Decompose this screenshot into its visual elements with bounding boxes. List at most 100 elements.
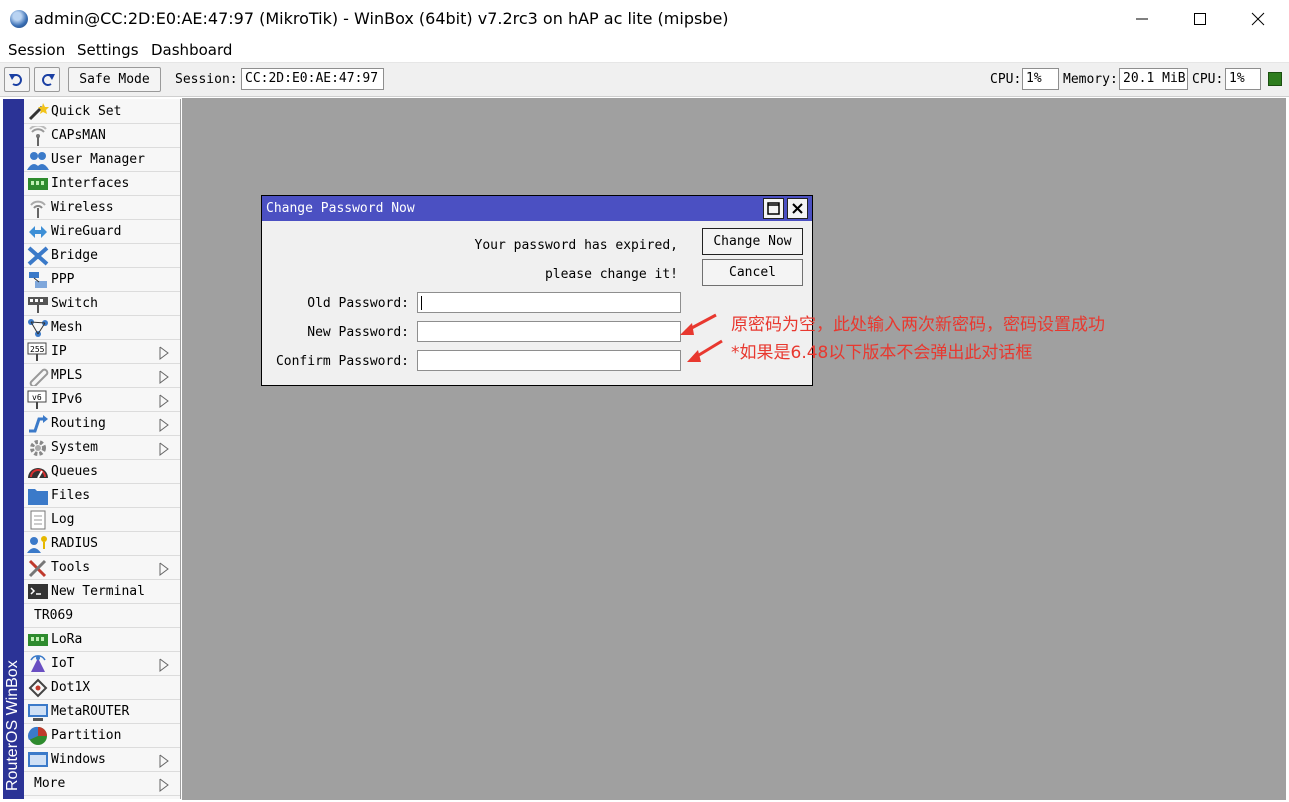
sidebar-item-label: Windows: [51, 752, 106, 767]
sidebar-item-routing[interactable]: Routing: [24, 412, 180, 436]
sidebar-item-quick-set[interactable]: Quick Set: [24, 100, 180, 124]
sidebar-item-new-terminal[interactable]: New Terminal: [24, 580, 180, 604]
sidebar-item-metarouter[interactable]: MetaROUTER: [24, 700, 180, 724]
folder-icon: [27, 486, 49, 506]
sidebar-item-label: IoT: [51, 656, 75, 671]
sidebar-item-log[interactable]: Log: [24, 508, 180, 532]
memory-value: 20.1 MiB: [1119, 68, 1188, 90]
sidebar-item-dot1x[interactable]: Dot1X: [24, 676, 180, 700]
safe-mode-button[interactable]: Safe Mode: [68, 67, 161, 92]
menu-session[interactable]: Session: [8, 41, 65, 59]
old-password-field[interactable]: [417, 292, 681, 313]
sidebar-item-label: New Terminal: [51, 584, 145, 599]
sidebar-item-switch[interactable]: Switch: [24, 292, 180, 316]
change-now-button[interactable]: Change Now: [702, 228, 803, 255]
sidebar-item-wireguard[interactable]: WireGuard: [24, 220, 180, 244]
sidebar-item-system[interactable]: System: [24, 436, 180, 460]
dialog-title-bar[interactable]: Change Password Now: [262, 196, 812, 221]
cancel-button[interactable]: Cancel: [702, 259, 803, 286]
sidebar-item-tr069[interactable]: TR069: [24, 604, 180, 628]
gear-icon: [27, 438, 49, 458]
submenu-arrow-icon: [159, 657, 169, 672]
undo-button[interactable]: [4, 67, 30, 92]
sidebar-item-ip[interactable]: 255 IP: [24, 340, 180, 364]
redo-button[interactable]: [34, 67, 60, 92]
maximize-button[interactable]: [1171, 0, 1229, 38]
sidebar-item-lora[interactable]: LoRa: [24, 628, 180, 652]
annotation-line2: *如果是6.48以下版本不会弹出此对话框: [731, 343, 1033, 363]
submenu-arrow-icon: [159, 441, 169, 456]
gauge-icon: [27, 462, 49, 482]
new-password-field[interactable]: [417, 321, 681, 342]
antenna-icon: [27, 124, 49, 146]
sidebar-item-label: RADIUS: [51, 536, 98, 551]
sidebar-item-ppp[interactable]: PPP: [24, 268, 180, 292]
sidebar-item-wireless[interactable]: Wireless: [24, 196, 180, 220]
switch-icon: [27, 294, 49, 314]
dialog-maximize-button[interactable]: [763, 198, 784, 219]
sidebar-item-windows[interactable]: Windows: [24, 748, 180, 772]
sidebar-item-mesh[interactable]: Mesh: [24, 316, 180, 340]
sidebar-item-label: MetaROUTER: [51, 704, 130, 719]
sidebar-item-label: Bridge: [51, 248, 98, 263]
close-icon: [792, 203, 803, 214]
sidebar-item-capsman[interactable]: CAPsMAN: [24, 124, 180, 148]
mpls-icon: [27, 366, 49, 388]
wireless-icon: [27, 198, 49, 218]
sidebar-item-partition[interactable]: Partition: [24, 724, 180, 748]
close-button[interactable]: [1229, 0, 1287, 38]
sidebar-item-label: LoRa: [51, 632, 83, 647]
sidebar-item-label: More: [34, 776, 66, 791]
sidebar-item-label: MPLS: [51, 368, 83, 383]
sidebar-menu: Quick Set CAPsMAN User Manager Interfaces Wi…: [24, 99, 181, 799]
text-caret: [421, 296, 422, 310]
terminal-icon: [27, 582, 49, 602]
sidebar-item-label: WireGuard: [51, 224, 122, 239]
sidebar-item-tools[interactable]: Tools: [24, 556, 180, 580]
routing-icon: [27, 414, 49, 434]
wand-icon: [27, 102, 49, 122]
title-bar: admin@CC:2D:E0:AE:47:97 (MikroTik) - Win…: [0, 0, 1289, 38]
session-label: Session:: [175, 72, 238, 87]
sidebar-item-label: IP: [51, 344, 67, 359]
sidebar-item-queues[interactable]: Queues: [24, 460, 180, 484]
expired-message-line1: Your password has expired,: [474, 238, 679, 253]
sidebar-item-files[interactable]: Files: [24, 484, 180, 508]
sidebar-item-interfaces[interactable]: Interfaces: [24, 172, 180, 196]
sidebar-item-mpls[interactable]: MPLS: [24, 364, 180, 388]
submenu-arrow-icon: [159, 777, 169, 792]
old-password-label: Old Password:: [307, 296, 409, 311]
sidebar-item-label: IPv6: [51, 392, 83, 407]
sidebar-item-radius[interactable]: RADIUS: [24, 532, 180, 556]
mesh-icon: [27, 318, 49, 338]
submenu-arrow-icon: [159, 345, 169, 360]
status-indicator: [1268, 72, 1282, 86]
menu-settings[interactable]: Settings: [77, 41, 139, 59]
sidebar-item-label: Mesh: [51, 320, 83, 335]
submenu-arrow-icon: [159, 369, 169, 384]
confirm-password-field[interactable]: [417, 350, 681, 371]
sidebar-item-ipv6[interactable]: v6 IPv6: [24, 388, 180, 412]
metarouter-icon: [27, 702, 49, 722]
dialog-close-button[interactable]: [787, 198, 808, 219]
dialog-title: Change Password Now: [266, 201, 415, 216]
annotation-arrows: [680, 313, 723, 362]
sidebar-item-label: Files: [51, 488, 91, 503]
cpu-label: CPU:: [990, 72, 1022, 87]
menu-dashboard[interactable]: Dashboard: [151, 41, 232, 59]
submenu-arrow-icon: [159, 561, 169, 576]
sidebar-item-label: PPP: [51, 272, 75, 287]
cpu-value: 1%: [1022, 68, 1059, 90]
sidebar-item-bridge[interactable]: Bridge: [24, 244, 180, 268]
tools-icon: [27, 558, 49, 578]
minimize-button[interactable]: [1113, 0, 1171, 38]
windows-icon: [27, 750, 49, 770]
sidebar-item-iot[interactable]: IoT: [24, 652, 180, 676]
sidebar-item-user-manager[interactable]: User Manager: [24, 148, 180, 172]
minimize-icon: [1136, 18, 1148, 20]
sidebar-item-more[interactable]: More: [24, 772, 180, 796]
brand-label: RouterOS WinBox: [4, 660, 21, 791]
maximize-icon: [767, 202, 780, 215]
brand-strip: RouterOS WinBox: [3, 99, 24, 799]
menu-bar: Session Settings Dashboard: [0, 38, 1289, 63]
